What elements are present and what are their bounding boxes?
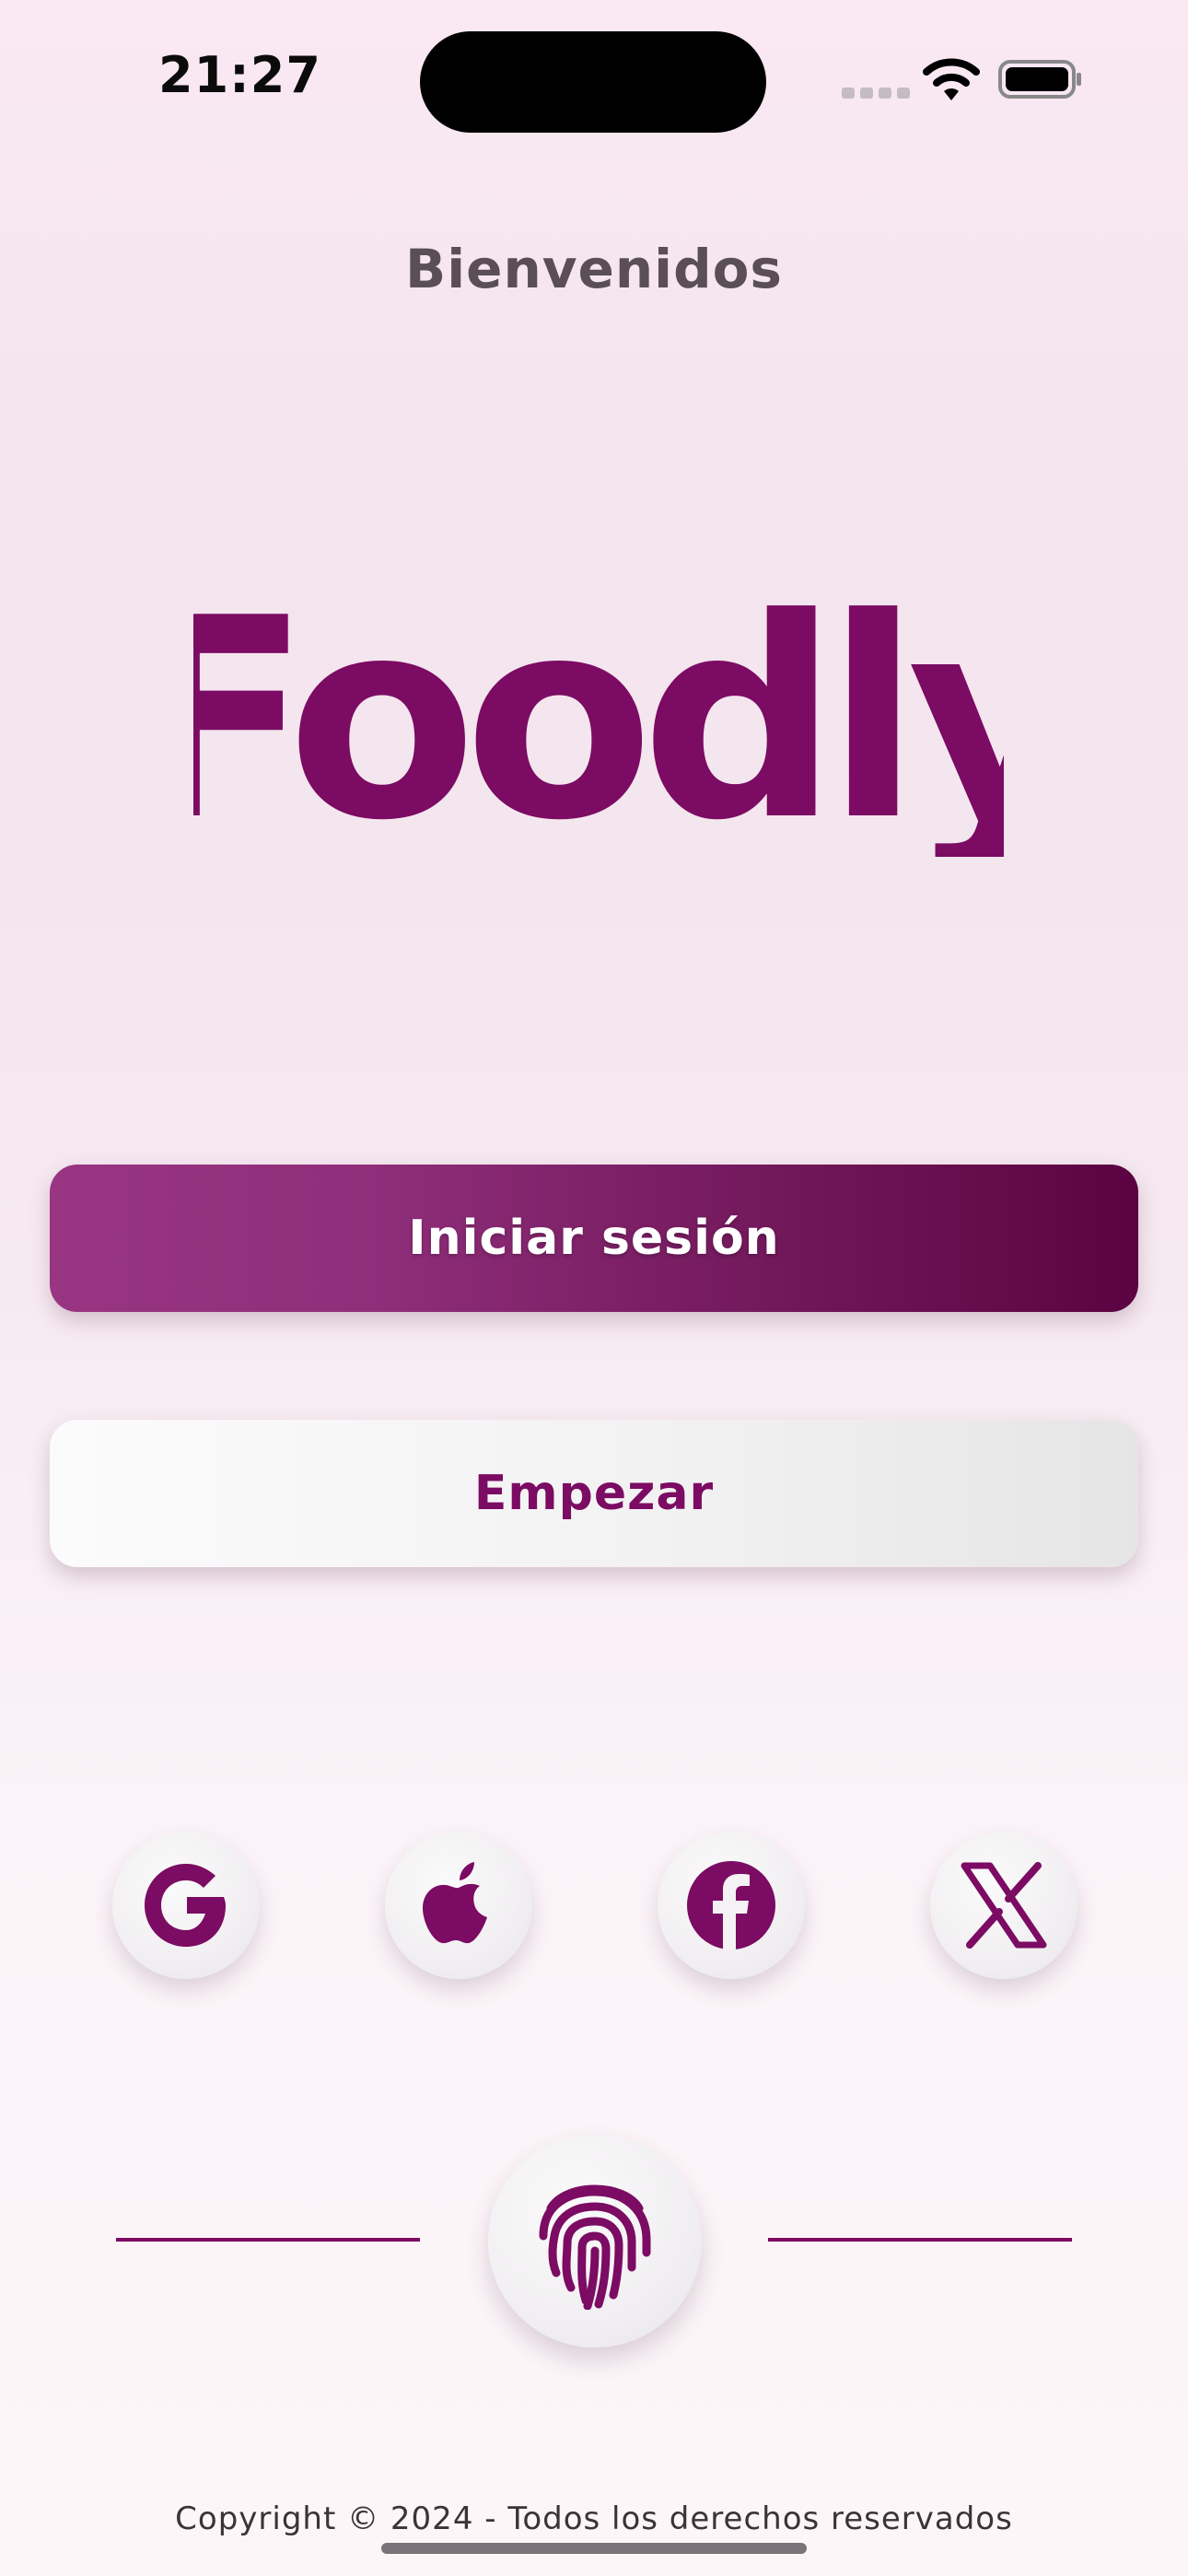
wifi-icon (923, 58, 980, 100)
divider-left (116, 2238, 420, 2242)
facebook-login-button[interactable] (658, 1832, 805, 1979)
x-login-button[interactable] (930, 1832, 1077, 1979)
foodly-logo: Foodly (193, 559, 1004, 857)
facebook-icon (687, 1861, 775, 1950)
home-indicator[interactable] (381, 2543, 807, 2554)
google-icon (145, 1864, 226, 1947)
login-button[interactable]: Iniciar sesión (50, 1165, 1138, 1312)
google-login-button[interactable] (112, 1832, 260, 1979)
copyright-text: Copyright © 2024 - Todos los derechos re… (175, 2500, 1013, 2537)
battery-icon (998, 60, 1081, 99)
start-button[interactable]: Empezar (50, 1420, 1138, 1567)
dynamic-island (420, 31, 766, 133)
divider-right (768, 2238, 1072, 2242)
svg-text:Foodly: Foodly (193, 559, 1004, 857)
apple-login-button[interactable] (385, 1832, 532, 1979)
x-icon (961, 1862, 1047, 1949)
fingerprint-login-button[interactable] (488, 2134, 702, 2348)
apple-icon (423, 1862, 487, 1944)
welcome-title: Bienvenidos (405, 238, 783, 300)
fingerprint-icon (539, 2184, 651, 2310)
status-time: 21:27 (158, 46, 321, 104)
